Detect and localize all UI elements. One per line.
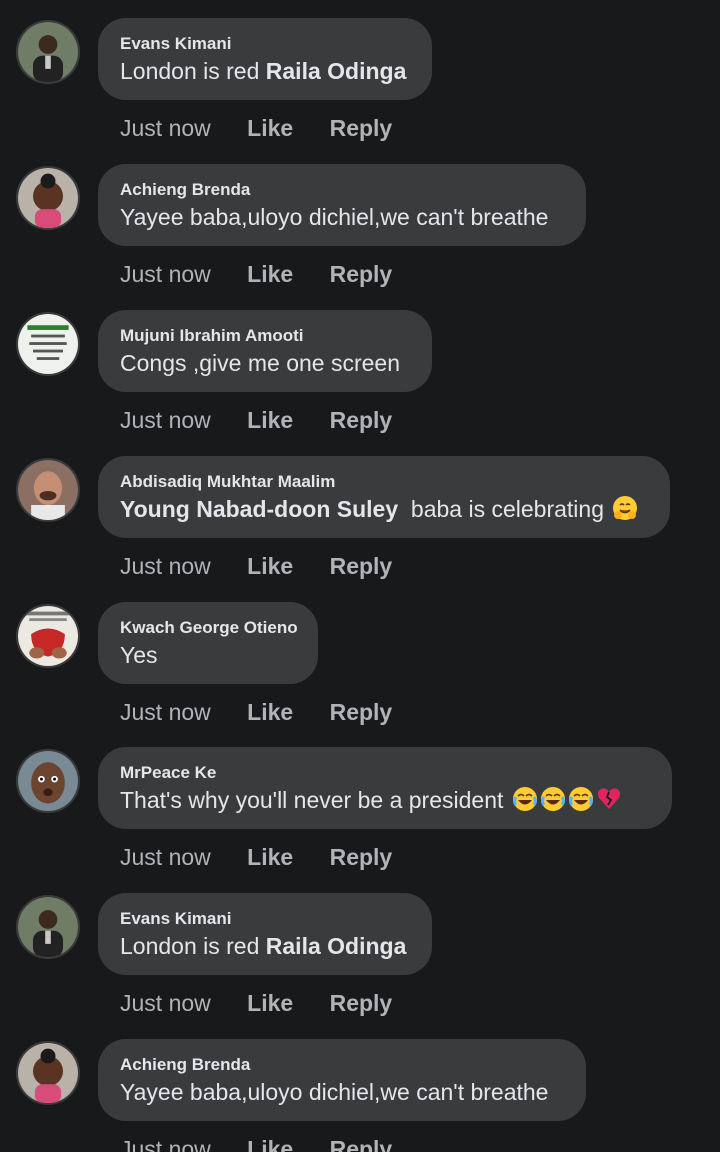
comment-author[interactable]: Evans Kimani <box>120 34 410 54</box>
comment: Kwach George Otieno Yes Just now Like Re… <box>0 602 720 748</box>
comment: Abdisadiq Mukhtar Maalim Young Nabad-doo… <box>0 456 720 602</box>
comment-timestamp: Just now <box>120 1136 211 1152</box>
comment: Achieng Brenda Yayee baba,uloyo dichiel,… <box>0 164 720 310</box>
mention-tag[interactable]: Raila Odinga <box>266 58 407 84</box>
comment-timestamp: Just now <box>120 261 211 287</box>
reply-button[interactable]: Reply <box>330 698 393 726</box>
comment-author[interactable]: Evans Kimani <box>120 909 410 929</box>
reply-button[interactable]: Reply <box>330 114 393 142</box>
comment-author[interactable]: Kwach George Otieno <box>120 618 298 638</box>
like-button[interactable]: Like <box>247 260 293 288</box>
comment-text-body: London is red <box>120 933 266 959</box>
like-button[interactable]: Like <box>247 114 293 142</box>
comment: Mujuni Ibrahim Amooti Congs ,give me one… <box>0 310 720 456</box>
reply-button[interactable]: Reply <box>330 260 393 288</box>
avatar[interactable] <box>16 1041 80 1105</box>
like-button[interactable]: Like <box>247 843 293 871</box>
comment-actions: Just now Like Reply <box>120 552 392 580</box>
comment-timestamp: Just now <box>120 553 211 579</box>
hugging-face-icon <box>612 495 638 521</box>
comment-author[interactable]: Achieng Brenda <box>120 180 564 200</box>
comment-text: Yayee baba,uloyo dichiel,we can't breath… <box>120 204 549 230</box>
avatar[interactable] <box>16 312 80 376</box>
reply-button[interactable]: Reply <box>330 406 393 434</box>
avatar[interactable] <box>16 895 80 959</box>
comment-author[interactable]: Mujuni Ibrahim Amooti <box>120 326 410 346</box>
comment-timestamp: Just now <box>120 115 211 141</box>
like-button[interactable]: Like <box>247 989 293 1017</box>
like-button[interactable]: Like <box>247 698 293 726</box>
like-button[interactable]: Like <box>247 1135 293 1152</box>
comment-author[interactable]: Achieng Brenda <box>120 1055 564 1075</box>
mention-tag[interactable]: Young Nabad-doon Suley <box>120 496 398 522</box>
comment-author[interactable]: MrPeace Ke <box>120 763 650 783</box>
comment: Evans Kimani London is red Raila Odinga … <box>0 893 720 1039</box>
comment-text: London is red Raila Odinga <box>120 55 410 87</box>
comment-actions: Just now Like Reply <box>120 843 392 871</box>
comment-bubble: Mujuni Ibrahim Amooti Congs ,give me one… <box>98 310 432 392</box>
comment-bubble: Achieng Brenda Yayee baba,uloyo dichiel,… <box>98 1039 586 1121</box>
avatar[interactable] <box>16 458 80 522</box>
comment: Evans Kimani London is red Raila Odinga … <box>0 18 720 164</box>
comment-bubble: Kwach George Otieno Yes <box>98 602 318 684</box>
comment-bubble: MrPeace Ke That's why you'll never be a … <box>98 747 672 829</box>
tears-of-joy-icon <box>512 786 538 812</box>
comment-actions: Just now Like Reply <box>120 406 392 434</box>
comment-timestamp: Just now <box>120 844 211 870</box>
reply-button[interactable]: Reply <box>330 1135 393 1152</box>
comment-timestamp: Just now <box>120 990 211 1016</box>
reply-button[interactable]: Reply <box>330 989 393 1017</box>
comment-bubble: Achieng Brenda Yayee baba,uloyo dichiel,… <box>98 164 586 246</box>
comment-text: Yayee baba,uloyo dichiel,we can't breath… <box>120 1079 549 1105</box>
comment-text-body: London is red <box>120 58 266 84</box>
avatar[interactable] <box>16 166 80 230</box>
comment-timestamp: Just now <box>120 407 211 433</box>
comment: MrPeace Ke That's why you'll never be a … <box>0 747 720 893</box>
tears-of-joy-icon <box>568 786 594 812</box>
comment-bubble: Abdisadiq Mukhtar Maalim Young Nabad-doo… <box>98 456 670 538</box>
comment-text: London is red Raila Odinga <box>120 930 410 962</box>
avatar[interactable] <box>16 749 80 813</box>
like-button[interactable]: Like <box>247 406 293 434</box>
comment-bubble: Evans Kimani London is red Raila Odinga <box>98 893 432 975</box>
comment-text-body: That's why you'll never be a president <box>120 787 510 813</box>
comment-text: That's why you'll never be a president <box>120 784 650 816</box>
comment-author[interactable]: Abdisadiq Mukhtar Maalim <box>120 472 648 492</box>
avatar[interactable] <box>16 20 80 84</box>
comment-actions: Just now Like Reply <box>120 260 392 288</box>
tears-of-joy-icon <box>540 786 566 812</box>
comment-text: Young Nabad-doon Suley baba is celebrati… <box>120 493 648 525</box>
comment-actions: Just now Like Reply <box>120 989 392 1017</box>
comment-actions: Just now Like Reply <box>120 1135 392 1152</box>
reply-button[interactable]: Reply <box>330 552 393 580</box>
mention-tag[interactable]: Raila Odinga <box>266 933 407 959</box>
comment-text-body: baba is celebrating <box>398 496 611 522</box>
reply-button[interactable]: Reply <box>330 843 393 871</box>
comment-text: Yes <box>120 642 158 668</box>
like-button[interactable]: Like <box>247 552 293 580</box>
comment-actions: Just now Like Reply <box>120 114 392 142</box>
comment: Achieng Brenda Yayee baba,uloyo dichiel,… <box>0 1039 720 1152</box>
broken-heart-icon <box>596 786 622 812</box>
avatar[interactable] <box>16 604 80 668</box>
comment-actions: Just now Like Reply <box>120 698 392 726</box>
comment-timestamp: Just now <box>120 699 211 725</box>
comment-bubble: Evans Kimani London is red Raila Odinga <box>98 18 432 100</box>
comment-text: Congs ,give me one screen <box>120 350 400 376</box>
